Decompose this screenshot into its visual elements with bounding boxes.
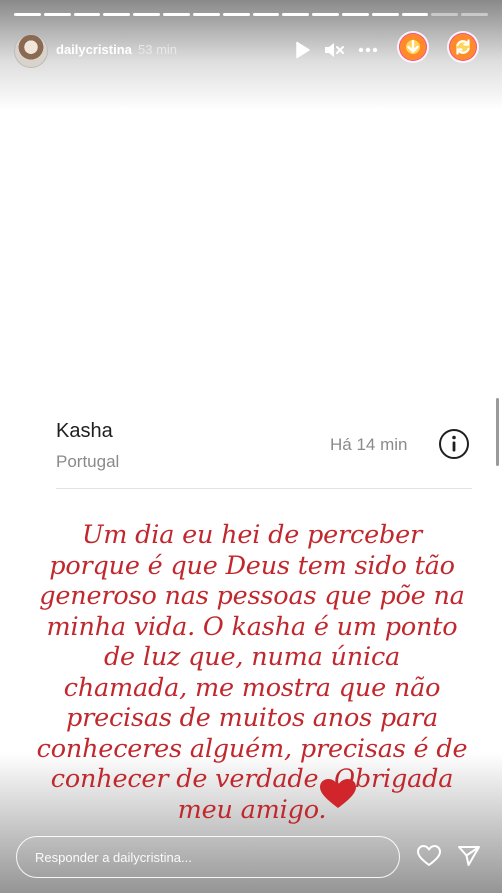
more-options-icon[interactable] xyxy=(356,38,380,62)
progress-segment xyxy=(461,13,488,16)
progress-segment xyxy=(14,13,41,16)
progress-segment xyxy=(222,13,250,16)
send-icon[interactable] xyxy=(456,843,482,869)
progress-segment xyxy=(341,13,369,16)
progress-segment xyxy=(371,13,399,16)
story-message: Um dia eu hei de perceber porque é que D… xyxy=(36,520,468,825)
avatar[interactable] xyxy=(14,34,48,68)
username[interactable]: dailycristina xyxy=(56,42,132,57)
card-divider xyxy=(56,488,472,489)
refresh-extension-icon[interactable] xyxy=(449,33,477,61)
progress-segment xyxy=(282,13,310,16)
progress-segment xyxy=(133,13,161,16)
download-extension-icon[interactable] xyxy=(399,33,427,61)
card-name: Kasha xyxy=(56,420,113,442)
progress-segment xyxy=(73,13,101,16)
post-time: 53 min xyxy=(138,42,178,57)
progress-segment xyxy=(163,13,190,16)
story-header: dailycristina 53 min xyxy=(14,32,488,70)
card-time: Há 14 min xyxy=(330,435,408,454)
story-progress-bar xyxy=(14,13,488,16)
card-location: Portugal xyxy=(56,452,120,471)
progress-segment xyxy=(103,13,131,16)
progress-segment xyxy=(43,13,71,16)
play-icon[interactable] xyxy=(290,38,314,62)
progress-segment xyxy=(312,13,339,16)
info-icon[interactable] xyxy=(438,428,470,460)
reply-input[interactable] xyxy=(16,836,400,878)
progress-segment xyxy=(401,13,429,16)
mute-icon[interactable] xyxy=(322,38,346,62)
heart-like-icon[interactable] xyxy=(416,843,442,869)
progress-segment xyxy=(431,13,459,16)
progress-segment xyxy=(252,13,280,16)
scrollbar-thumb[interactable] xyxy=(496,398,499,466)
progress-segment xyxy=(192,13,220,16)
heart-emoji-icon xyxy=(318,778,358,810)
